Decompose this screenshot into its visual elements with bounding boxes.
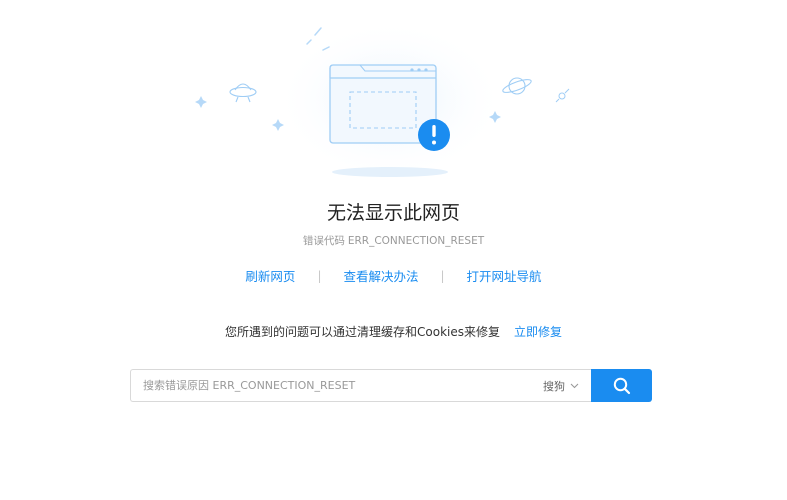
window-shadow-icon — [332, 167, 448, 177]
exclamation-icon — [418, 119, 450, 151]
error-code-line: 错误代码 ERR_CONNECTION_RESET — [0, 233, 787, 248]
search-engine-select[interactable]: 搜狗 — [535, 378, 591, 394]
fix-now-link[interactable]: 立即修复 — [514, 323, 562, 340]
chevron-down-icon — [570, 383, 579, 388]
search-icon — [613, 377, 630, 394]
link-separator: | — [440, 268, 445, 283]
error-code: ERR_CONNECTION_RESET — [347, 235, 485, 247]
fix-message: 您所遇到的问题可以通过清理缓存和Cookies来修复 — [225, 325, 500, 339]
search-box: 搜狗 — [130, 369, 591, 402]
error-illustration — [195, 20, 570, 180]
planet-icon — [502, 77, 532, 95]
fix-line: 您所遇到的问题可以通过清理缓存和Cookies来修复 立即修复 — [0, 323, 787, 340]
open-navigation-link[interactable]: 打开网址导航 — [467, 266, 542, 285]
search-input[interactable] — [131, 371, 535, 400]
refresh-link[interactable]: 刷新网页 — [245, 266, 295, 285]
ufo-icon — [229, 83, 257, 103]
page-title: 无法显示此网页 — [326, 202, 460, 224]
search-engine-label: 搜狗 — [543, 379, 565, 393]
search-bar: 搜狗 — [130, 369, 652, 402]
error-page: 无法显示此网页 错误代码 ERR_CONNECTION_RESET 刷新网页 | … — [0, 0, 787, 500]
sparkle-icon — [195, 96, 207, 108]
search-button[interactable] — [591, 369, 652, 402]
action-links: 刷新网页 | 查看解决办法 | 打开网址导航 — [0, 266, 787, 285]
link-separator: | — [317, 268, 322, 283]
error-code-label: 错误代码 — [302, 235, 345, 247]
view-solution-link[interactable]: 查看解决办法 — [343, 266, 418, 285]
satellite-icon — [555, 88, 570, 103]
